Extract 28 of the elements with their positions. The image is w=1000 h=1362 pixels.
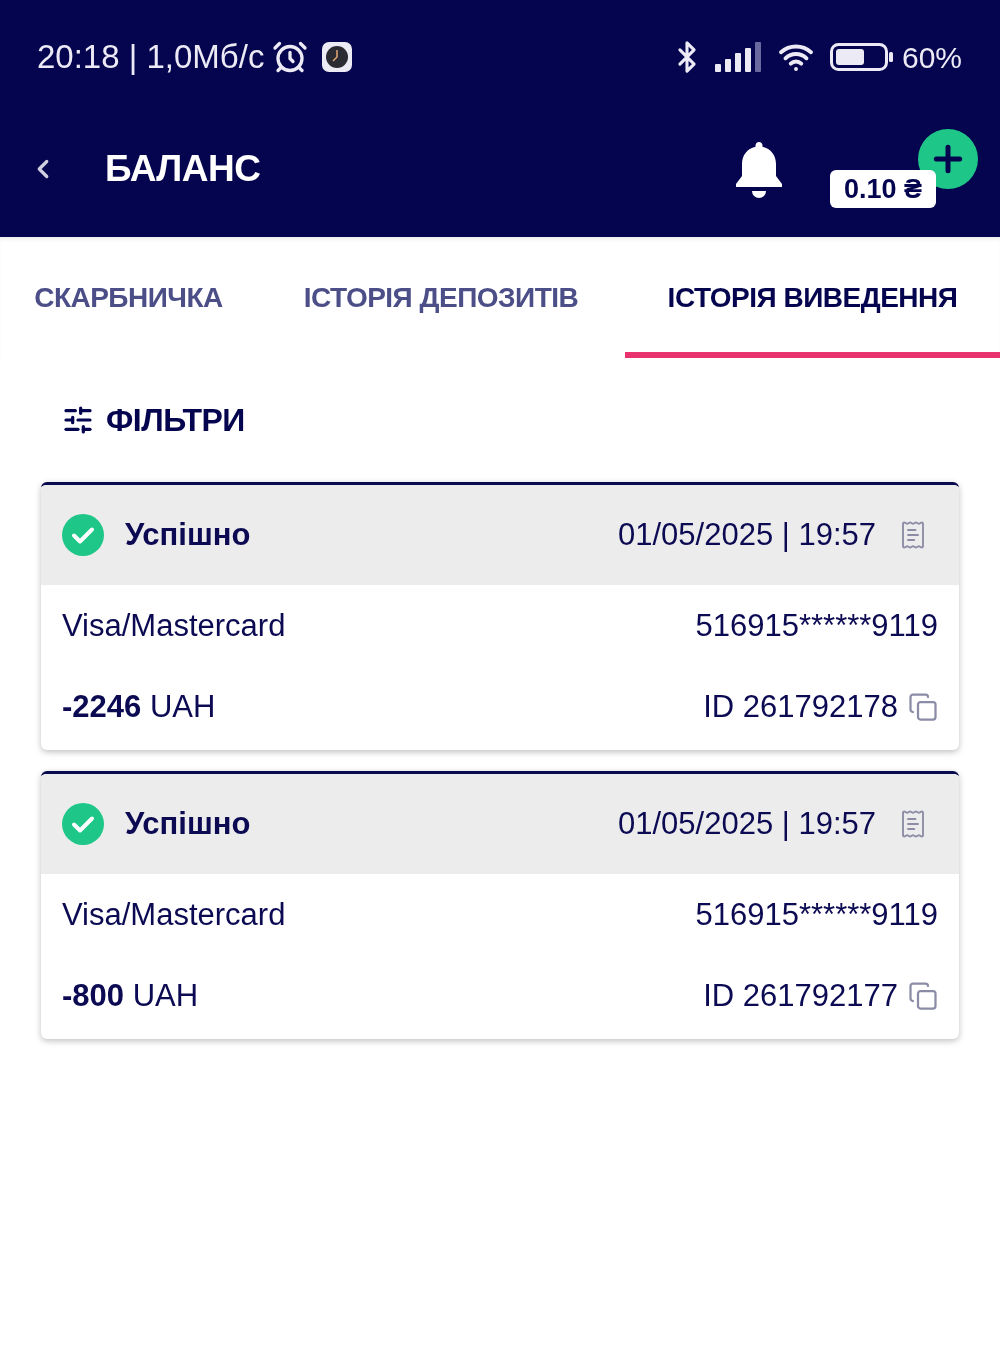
transaction-datetime: 01/05/2025 | 19:57: [618, 804, 876, 843]
payment-method: Visa/Mastercard: [62, 896, 286, 935]
status-label: Успішно: [125, 804, 251, 843]
bell-icon[interactable]: [733, 139, 785, 198]
card-number: 516915******9119: [695, 896, 938, 935]
status-label: Успішно: [125, 515, 251, 554]
tab[interactable]: ІСТОРІЯ ДЕПОЗИТІВ: [257, 237, 625, 358]
signal-icon: [714, 42, 761, 72]
transaction-amount: -2246 UAH: [62, 687, 216, 726]
page-title: БАЛАНС: [105, 146, 261, 191]
status-time: 20:18 | 1,0Мб/с: [37, 37, 265, 78]
payment-method: Visa/Mastercard: [62, 607, 286, 646]
battery-percent: 60%: [901, 39, 962, 76]
transaction-id: ID 261792178: [703, 687, 898, 726]
transaction-id: ID 261792177: [703, 976, 898, 1015]
alarm-icon: [272, 39, 309, 75]
card-number: 516915******9119: [695, 607, 938, 646]
sliders-icon: [62, 403, 94, 437]
balance-badge: 0.10 ₴: [830, 170, 936, 208]
tab[interactable]: СКАРБНИЧКА: [0, 237, 257, 358]
transaction-datetime: 01/05/2025 | 19:57: [618, 515, 876, 554]
tab[interactable]: ІСТОРІЯ ВИВЕДЕННЯ: [625, 237, 1000, 358]
filters-button[interactable]: ФІЛЬТРИ: [62, 396, 245, 444]
copy-icon[interactable]: [908, 692, 938, 722]
copy-icon[interactable]: [908, 981, 938, 1011]
clock-app-icon: [322, 42, 353, 72]
battery-icon: [829, 43, 894, 71]
transaction-amount: -800 UAH: [62, 976, 199, 1015]
